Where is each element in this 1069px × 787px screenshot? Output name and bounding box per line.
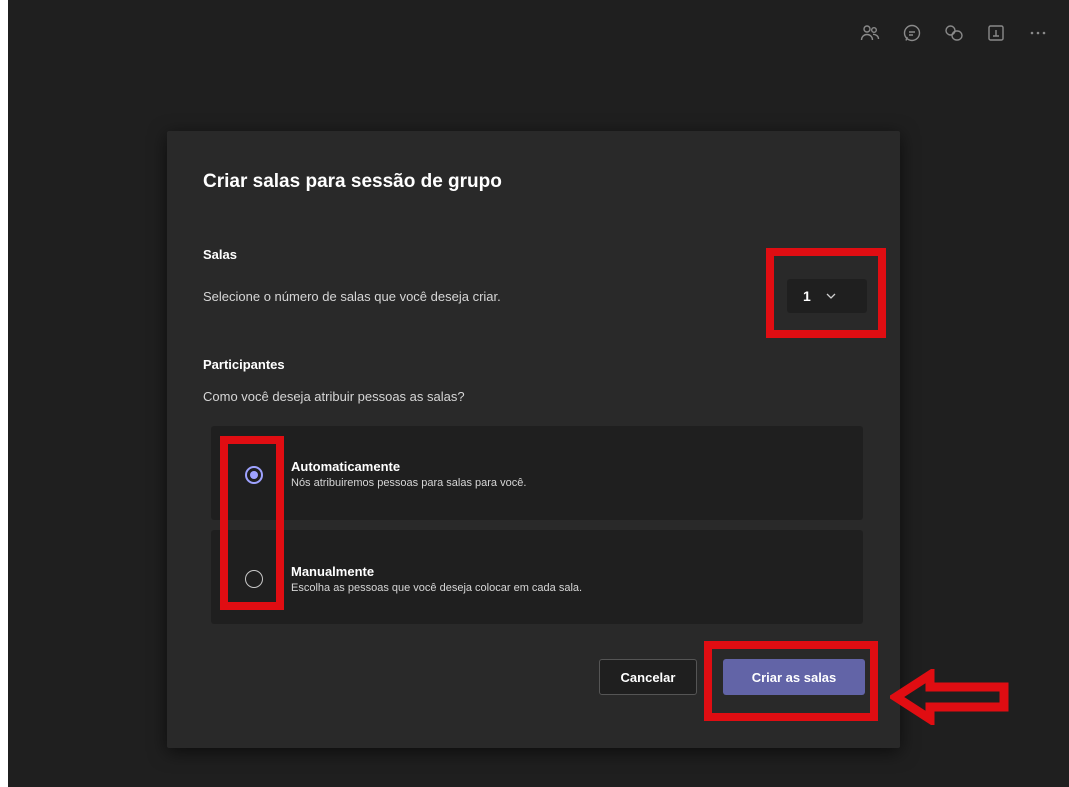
participants-label: Participantes [203,357,285,372]
radio-buttons-highlight [220,436,284,610]
dialog-title: Criar salas para sessão de grupo [203,171,502,192]
arrow-left-icon [890,669,1009,725]
meeting-toolbar [849,16,1059,50]
option-manual[interactable]: Manualmente Escolha as pessoas que você … [211,530,863,624]
option-manual-title: Manualmente [291,564,375,579]
option-automatic-description: Nós atribuiremos pessoas para salas para… [291,477,527,489]
participants-question: Como você deseja atribuir pessoas as sal… [203,389,465,404]
meeting-stage: Criar salas para sessão de grupo Salas S… [8,0,1069,787]
people-icon[interactable] [849,16,891,50]
more-icon[interactable] [1017,16,1059,50]
breakout-rooms-icon[interactable] [933,16,975,50]
chat-icon[interactable] [891,16,933,50]
option-automatic-title: Automaticamente [291,459,401,474]
rooms-dropdown-highlight [766,248,886,338]
rooms-label: Salas [203,247,237,262]
notes-icon[interactable] [975,16,1017,50]
cancel-button[interactable]: Cancelar [599,659,697,695]
create-button-highlight [704,641,878,721]
rooms-description: Selecione o número de salas que você des… [203,289,501,304]
option-manual-description: Escolha as pessoas que você deseja coloc… [291,582,583,594]
option-automatic[interactable]: Automaticamente Nós atribuiremos pessoas… [211,426,863,520]
